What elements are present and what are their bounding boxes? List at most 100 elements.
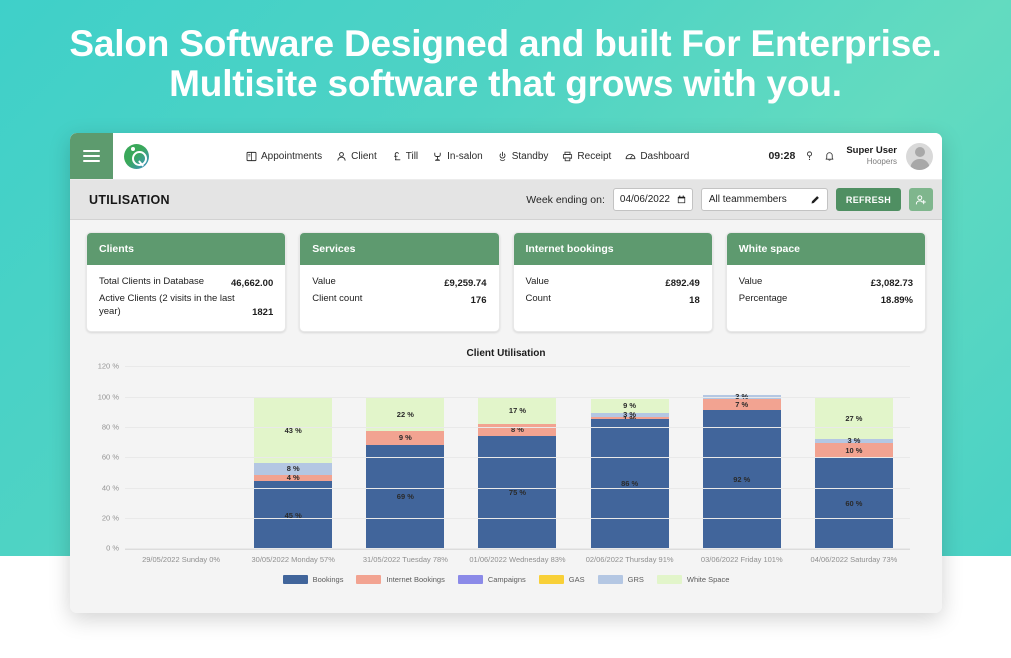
legend-swatch bbox=[457, 575, 483, 585]
card-title: Internet bookings bbox=[513, 233, 712, 265]
chart-x-label: 04/06/2022 Saturday 73% bbox=[810, 555, 898, 565]
chart-gridline: 40 % bbox=[102, 483, 910, 492]
metric-value: £3,082.73 bbox=[870, 277, 913, 289]
menu-toggle-button[interactable] bbox=[70, 133, 113, 179]
nav-label: Appointments bbox=[261, 150, 323, 162]
app-logo[interactable] bbox=[113, 133, 218, 179]
card-metric-row: Value £3,082.73 bbox=[739, 276, 913, 289]
refresh-button[interactable]: REFRESH bbox=[835, 188, 901, 211]
calendar-icon bbox=[677, 195, 686, 204]
add-user-icon bbox=[915, 194, 926, 205]
week-ending-date-input[interactable]: 04/06/2022 bbox=[612, 188, 693, 211]
chart-bar-slot: 3 % 7 % 92 % bbox=[686, 367, 798, 550]
avatar[interactable] bbox=[906, 142, 933, 170]
nav-label: In-salon bbox=[447, 150, 483, 162]
chart-segment-label: 22 % bbox=[396, 409, 414, 419]
chart-bar-segment: 7 % bbox=[702, 399, 781, 410]
hamburger-icon bbox=[83, 147, 100, 165]
chart-bar-segment: 92 % bbox=[702, 409, 781, 550]
metric-value: 176 bbox=[470, 294, 487, 306]
card-title: Clients bbox=[87, 233, 286, 265]
user-name: Super User bbox=[846, 144, 897, 156]
nav-item-client[interactable]: Client bbox=[336, 151, 377, 162]
chart-segment-label: 9 % bbox=[623, 401, 637, 411]
card-body: Value £3,082.73 Percentage 18.89% bbox=[727, 265, 925, 319]
chart-bar-slot: 27 % 3 % 10 % 60 % bbox=[798, 367, 910, 550]
chart-x-label: 30/05/2022 Monday 57% bbox=[251, 555, 335, 565]
user-info[interactable]: Super User Hoopers bbox=[846, 144, 897, 166]
chart-gridline: 20 % bbox=[102, 514, 910, 523]
kpi-card-clients: Clients Total Clients in Database 46,662… bbox=[86, 232, 287, 333]
metric-label: Count bbox=[525, 292, 551, 304]
chart-bar[interactable]: 22 % 9 % 69 % bbox=[366, 397, 445, 550]
chart-bar[interactable]: 17 % 8 % 75 % bbox=[478, 397, 557, 550]
chart-bar-segment: 86 % bbox=[590, 419, 669, 550]
chart-gridline: 80 % bbox=[102, 423, 910, 432]
metric-label: Percentage bbox=[738, 292, 788, 304]
chart-bar[interactable]: 9 % 3 % 1 % 86 % bbox=[590, 399, 669, 550]
nav-item-in-salon[interactable]: In-salon bbox=[432, 151, 483, 162]
legend-swatch bbox=[597, 575, 623, 585]
chart-bars-layer: 43 % 8 % 4 % 45 % 22 % 9 % 69 % 17 % 8 % 75 % 9 % 3… bbox=[125, 367, 910, 550]
help-icon[interactable] bbox=[804, 150, 815, 162]
add-user-button[interactable] bbox=[909, 188, 933, 211]
card-body: Value £9,259.74 Client count 176 bbox=[300, 265, 498, 319]
app-navbar: Appointments Client Till In-salon Standb… bbox=[70, 133, 942, 180]
user-org: Hoopers bbox=[866, 156, 897, 166]
chart-segment-label: 92 % bbox=[733, 474, 751, 484]
nav-right-group: 09:28 Super User Hoopers bbox=[768, 133, 942, 179]
metric-label: Value bbox=[738, 276, 763, 287]
chart-bar-slot: 9 % 3 % 1 % 86 % bbox=[574, 367, 686, 550]
bell-icon[interactable] bbox=[824, 150, 835, 162]
nav-label: Receipt bbox=[577, 150, 612, 162]
chart-gridline: 0 % bbox=[106, 544, 910, 553]
card-metric-row: Active Clients (2 visits in the last yea… bbox=[99, 293, 273, 319]
chart-legend-item[interactable]: Internet Bookings bbox=[356, 575, 445, 585]
card-body: Total Clients in Database 46,662.00 Acti… bbox=[87, 265, 285, 331]
nav-item-standby[interactable]: Standby bbox=[497, 151, 548, 162]
kpi-card-row: Clients Total Clients in Database 46,662… bbox=[86, 232, 926, 333]
chart-y-tick: 100 % bbox=[97, 392, 119, 402]
nav-item-till[interactable]: Till bbox=[391, 151, 418, 162]
legend-label: Bookings bbox=[312, 575, 344, 585]
chart-legend-item[interactable]: GAS bbox=[538, 575, 585, 585]
page-toolbar: UTILISATION Week ending on: 04/06/2022 A… bbox=[70, 180, 942, 220]
kpi-card-services: Services Value £9,259.74 Client count 17… bbox=[299, 232, 500, 333]
metric-label: Active Clients (2 visits in the last yea… bbox=[99, 292, 235, 317]
chart-segment-label: 75 % bbox=[508, 487, 527, 497]
hero-line-2: Multisite software that grows with you. bbox=[169, 63, 842, 104]
chart-bar[interactable]: 3 % 7 % 92 % bbox=[702, 393, 781, 550]
legend-swatch bbox=[656, 575, 682, 585]
week-ending-label: Week ending on: bbox=[526, 193, 605, 206]
card-title: White space bbox=[726, 233, 925, 265]
chart-legend-item[interactable]: Bookings bbox=[282, 575, 344, 585]
teammember-select[interactable]: All teammembers bbox=[700, 188, 828, 211]
card-metric-row: Total Clients in Database 46,662.00 bbox=[99, 276, 273, 289]
chart-title: Client Utilisation bbox=[466, 348, 546, 360]
chart-bar-slot bbox=[125, 367, 237, 549]
chart-bar[interactable]: 43 % 8 % 4 % 45 % bbox=[254, 397, 333, 550]
metric-label: Total Clients in Database bbox=[99, 276, 205, 287]
card-metric-row: Count 18 bbox=[526, 293, 700, 306]
legend-swatch bbox=[538, 575, 564, 585]
nav-item-appointments[interactable]: Appointments bbox=[246, 151, 322, 162]
kpi-card-internet-bookings: Internet bookings Value £892.49 Count 18 bbox=[512, 232, 713, 333]
toolbar-controls: Week ending on: 04/06/2022 All teammembe… bbox=[526, 188, 933, 211]
chart-x-label: 02/06/2022 Thursday 91% bbox=[585, 555, 674, 565]
chart-bar-slot: 17 % 8 % 75 % bbox=[461, 367, 573, 550]
nav-item-receipt[interactable]: Receipt bbox=[562, 151, 611, 162]
printer-icon bbox=[563, 151, 573, 161]
chart-x-label: 01/06/2022 Wednesday 83% bbox=[469, 555, 566, 565]
chart-x-label: 31/05/2022 Tuesday 78% bbox=[362, 555, 448, 565]
chart-legend-item[interactable]: White Space bbox=[656, 575, 729, 585]
pencil-icon bbox=[811, 195, 819, 203]
chart-plot-area: 43 % 8 % 4 % 45 % 22 % 9 % 69 % 17 % 8 % 75 % 9 % 3… bbox=[98, 362, 910, 553]
app-window: Appointments Client Till In-salon Standb… bbox=[70, 133, 942, 613]
nav-item-dashboard[interactable]: Dashboard bbox=[625, 151, 689, 162]
person-icon bbox=[337, 151, 346, 161]
nav-items: Appointments Client Till In-salon Standb… bbox=[246, 133, 689, 179]
chart-y-tick: 40 % bbox=[101, 483, 119, 493]
chart-legend-item[interactable]: GRS bbox=[597, 575, 644, 585]
chart-legend-item[interactable]: Campaigns bbox=[457, 575, 526, 585]
chart-bar[interactable]: 27 % 3 % 10 % 60 % bbox=[814, 397, 893, 550]
